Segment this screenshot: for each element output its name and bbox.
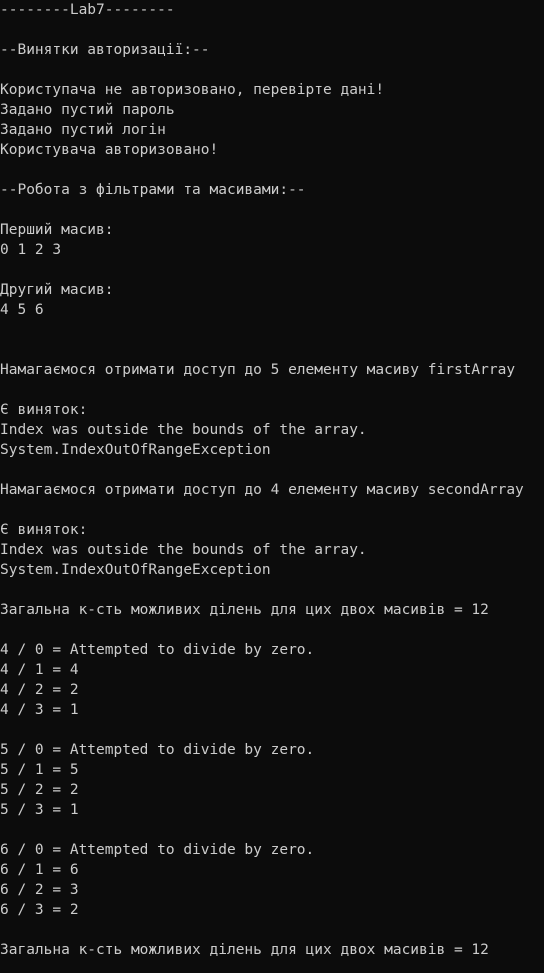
console-line: Загальна к-сть можливих ділень для цих д… — [0, 942, 489, 958]
console-line: Користувача авторизовано! — [0, 142, 219, 158]
console-line: 0 1 2 3 — [0, 242, 62, 258]
console-line: 4 5 6 — [0, 302, 44, 318]
console-line: --------Lab7-------- — [0, 2, 175, 18]
console-line: 4 / 1 = 4 — [0, 662, 79, 678]
console-line: Є виняток: — [0, 522, 88, 538]
console-line: 4 / 3 = 1 — [0, 702, 79, 718]
console-output: --------Lab7-------- --Винятки авторизац… — [0, 0, 544, 973]
console-line: 4 / 2 = 2 — [0, 682, 79, 698]
console-line: Намагаємося отримати доступ до 4 елемент… — [0, 482, 524, 498]
console-line: Index was outside the bounds of the arra… — [0, 542, 367, 558]
console-line: 5 / 2 = 2 — [0, 782, 79, 798]
console-line: 5 / 3 = 1 — [0, 802, 79, 818]
console-line: 5 / 0 = Attempted to divide by zero. — [0, 742, 315, 758]
console-line: Задано пустий логін — [0, 122, 166, 138]
console-line: Намагаємося отримати доступ до 5 елемент… — [0, 362, 516, 378]
console-line: Задано пустий пароль — [0, 102, 175, 118]
console-line: Є виняток: — [0, 402, 88, 418]
console-line: Другий масив: — [0, 282, 114, 298]
console-line: 5 / 1 = 5 — [0, 762, 79, 778]
console-line: 4 / 0 = Attempted to divide by zero. — [0, 642, 315, 658]
console-line: Index was outside the bounds of the arra… — [0, 422, 367, 438]
console-line: 6 / 1 = 6 — [0, 862, 79, 878]
console-line: --Винятки авторизації:-- — [0, 42, 210, 58]
console-line: 6 / 2 = 3 — [0, 882, 79, 898]
console-line: --Робота з фільтрами та масивами:-- — [0, 182, 306, 198]
console-line: 6 / 3 = 2 — [0, 902, 79, 918]
console-line: System.IndexOutOfRangeException — [0, 562, 271, 578]
console-line: Перший масив: — [0, 222, 114, 238]
console-line: Користупача не авторизовано, перевірте д… — [0, 82, 385, 98]
console-line: System.IndexOutOfRangeException — [0, 442, 271, 458]
console-line: 6 / 0 = Attempted to divide by zero. — [0, 842, 315, 858]
console-line: Загальна к-сть можливих ділень для цих д… — [0, 602, 489, 618]
